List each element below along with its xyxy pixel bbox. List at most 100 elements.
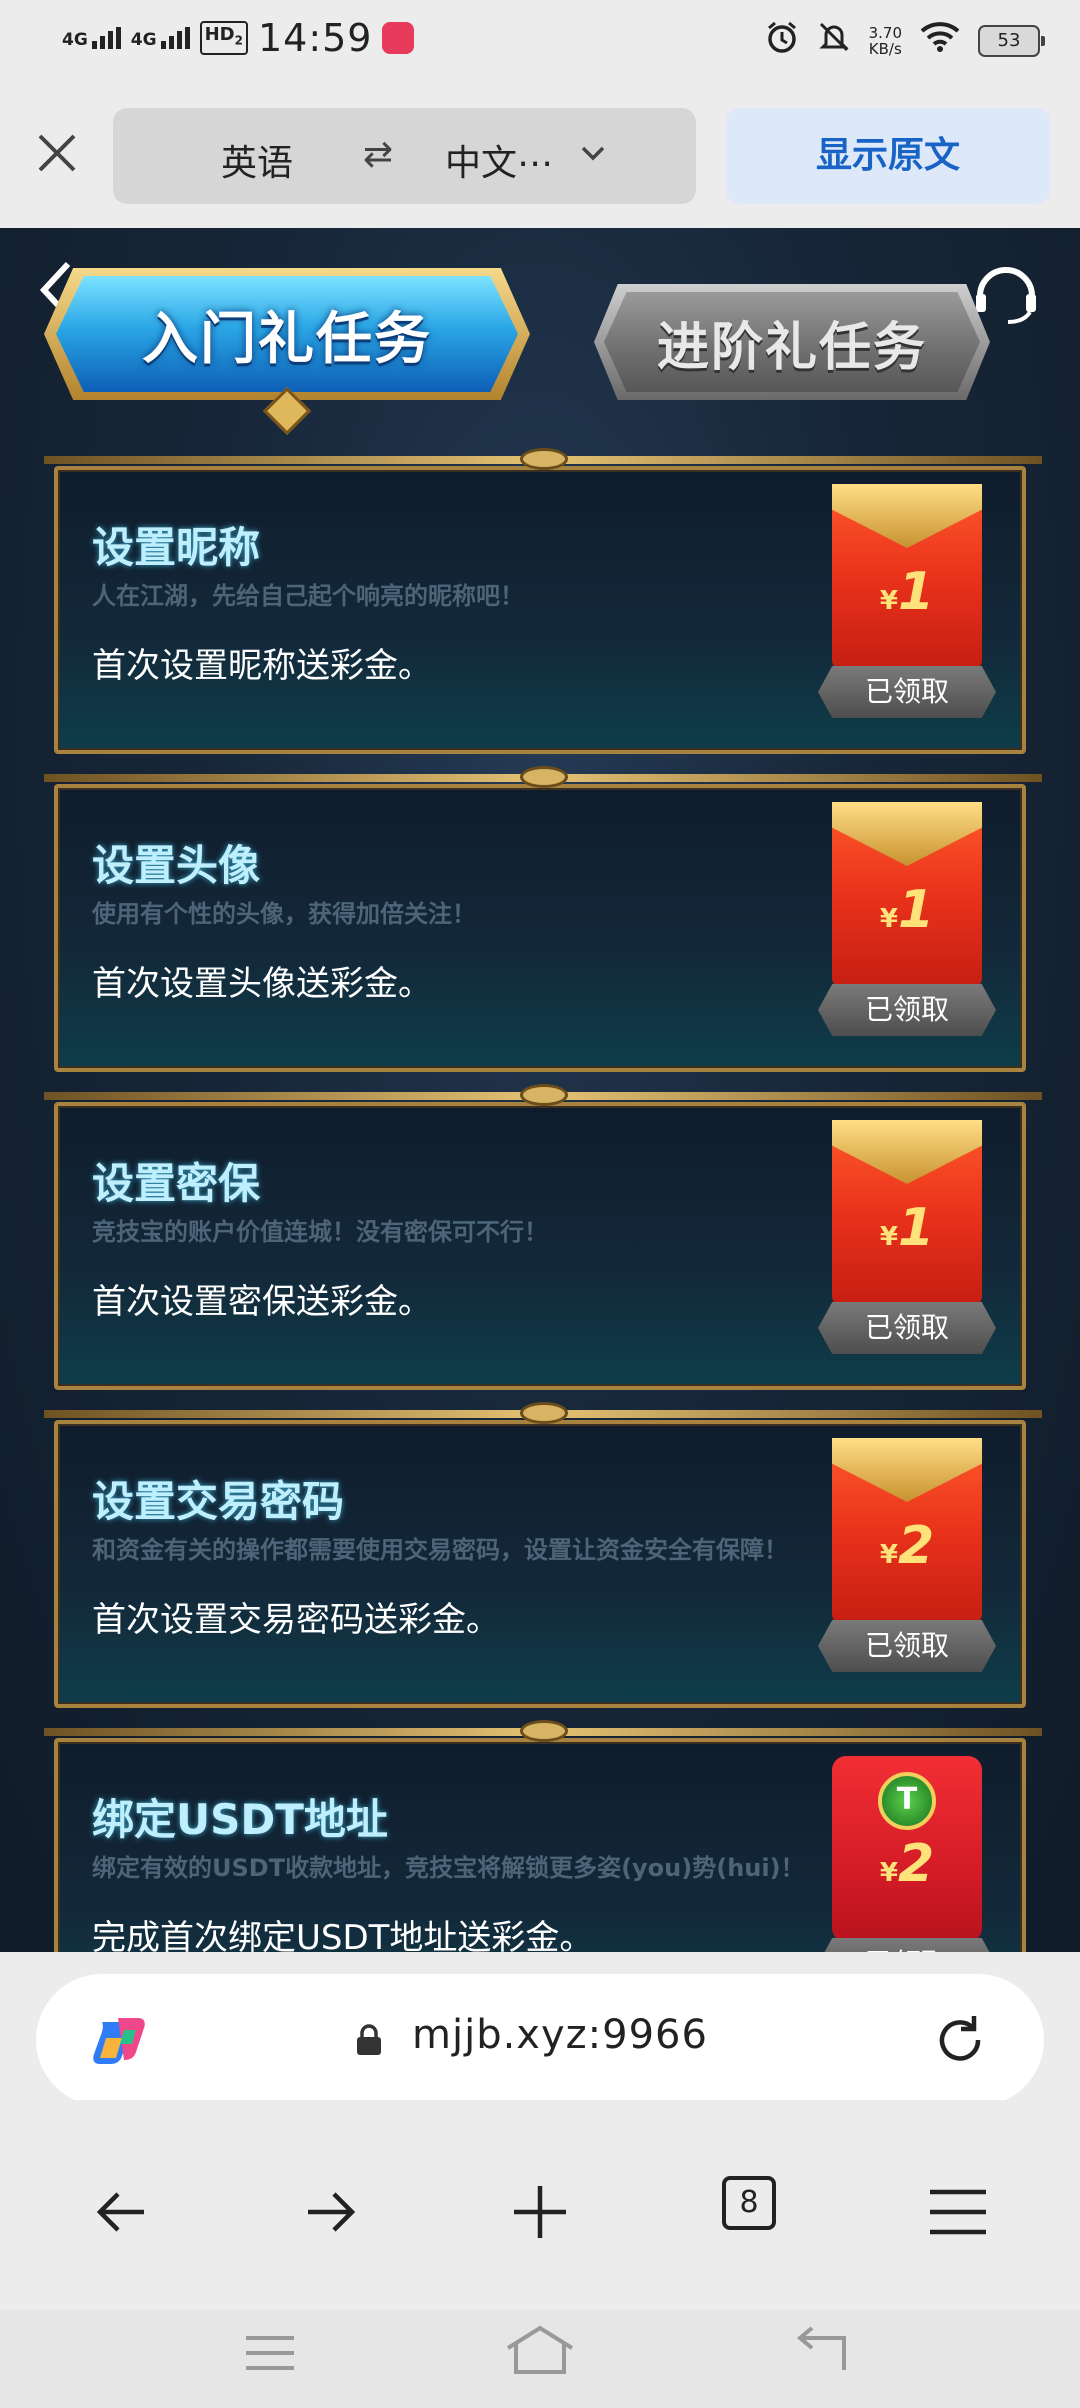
translate-bar: 英语 ⇄ 中文⋯ 显示原文 [0,86,1080,228]
envelope-flap [832,1438,982,1502]
swap-icon[interactable]: ⇄ [363,134,393,175]
red-envelope-icon: ¥1 [832,1120,982,1306]
red-envelope-icon: ¥1 [832,484,982,670]
wifi-icon [920,21,960,60]
hd-voice-icon: HD2 [199,21,248,55]
menu-icon[interactable] [922,2176,994,2248]
task-description: 首次设置交易密码送彩金。 [92,1600,500,1640]
amount-value: 1 [897,1198,935,1258]
hd-label: HD [204,24,235,46]
new-tab-icon[interactable] [504,2176,576,2248]
url-text[interactable]: mjjb.xyz:9966 [412,2012,708,2058]
currency-symbol: ¥ [879,586,898,616]
network-type-1: 4G [62,30,88,50]
currency-symbol: ¥ [879,1540,898,1570]
chevron-down-icon[interactable] [579,132,607,181]
task-subtitle: 和资金有关的操作都需要使用交易密码，设置让资金安全有保障！ [92,1536,788,1564]
app-notification-icon [382,22,415,54]
task-card: 设置交易密码 和资金有关的操作都需要使用交易密码，设置让资金安全有保障！ 首次设… [44,1402,1042,1708]
customer-service-icon[interactable] [970,256,1042,328]
forward-arrow-icon[interactable] [294,2176,366,2248]
claimed-button[interactable]: 已领取 [818,1302,996,1354]
currency-symbol: ¥ [879,1222,898,1252]
task-subtitle: 使用有个性的头像，获得加倍关注！ [92,900,476,928]
browser-toolbar: 8 [0,2100,1080,2310]
back-arrow-icon[interactable] [86,2176,158,2248]
amount-value: 1 [897,562,935,622]
envelope-flap [832,484,982,548]
task-card: 绑定USDT地址 绑定有效的USDT收款地址，竞技宝将解锁更多姿(you)势(h… [44,1720,1042,1952]
show-original-button[interactable]: 显示原文 [726,108,1050,204]
task-subtitle: 绑定有效的USDT收款地址，竞技宝将解锁更多姿(you)势(hui)！ [92,1854,805,1882]
tab-label: 入门礼任务 [142,306,432,372]
language-selector[interactable]: 英语 ⇄ 中文⋯ [113,108,696,204]
card-gem-ornament [520,1402,568,1424]
task-description: 首次设置密保送彩金。 [92,1282,432,1322]
target-language[interactable]: 中文⋯ [445,134,553,186]
red-envelope-icon: T ¥2 [832,1756,982,1942]
task-card: 设置头像 使用有个性的头像，获得加倍关注！ 首次设置头像送彩金。 ¥1 已领取 [44,766,1042,1072]
tab-label: 进阶礼任务 [656,317,927,378]
hd-sub: 2 [234,33,243,48]
copilot-icon[interactable] [88,2008,154,2074]
claimed-button[interactable]: 已领取 [818,1938,996,1952]
task-card: 设置密保 竞技宝的账户价值连城！没有密保可不行！ 首次设置密保送彩金。 ¥1 已… [44,1084,1042,1390]
claimed-button[interactable]: 已领取 [818,984,996,1036]
task-subtitle: 竞技宝的账户价值连城！没有密保可不行！ [92,1218,548,1246]
tab-beginner-tasks[interactable]: 入门礼任务 [56,276,518,392]
claimed-button[interactable]: 已领取 [818,1620,996,1672]
signal-2: 4G [131,27,190,49]
home-icon[interactable] [504,2324,576,2378]
signal-1: 4G [62,27,121,49]
task-description: 完成首次绑定USDT地址送彩金。 [92,1918,594,1952]
close-icon[interactable] [30,126,84,180]
red-envelope-icon: ¥1 [832,802,982,988]
signal-bars-icon [160,27,190,49]
screen: 4G 4G HD2 14:59 3.70 KB/s 53 英语 ⇄ 中文⋯ 显示… [0,0,1080,2408]
clock: 14:59 [257,16,373,60]
web-content: 入门礼任务 进阶礼任务 设置昵称 人在江湖，先给自己起个响亮的昵称吧！ 首次设置… [0,228,1080,1952]
task-subtitle: 人在江湖，先给自己起个响亮的昵称吧！ [92,582,524,610]
alarm-icon [765,20,799,61]
reload-icon[interactable] [930,2010,990,2070]
task-description: 首次设置头像送彩金。 [92,964,432,1004]
speed-value: 3.70 [868,23,902,42]
network-speed: 3.70 KB/s [869,25,902,57]
card-gem-ornament [520,1720,568,1742]
task-title: 绑定USDT地址 [92,1795,388,1844]
envelope-flap [832,802,982,866]
card-gem-ornament [520,766,568,788]
reward-amount: ¥2 [832,1834,982,1894]
usdt-coin-icon: T [878,1772,936,1830]
task-title: 设置密保 [92,1159,261,1208]
task-description: 首次设置昵称送彩金。 [92,646,432,686]
source-language[interactable]: 英语 [221,134,293,186]
task-title: 设置交易密码 [92,1477,345,1526]
system-back-icon[interactable] [792,2326,852,2378]
tab-advanced-tasks[interactable]: 进阶礼任务 [604,292,980,392]
reward-amount: ¥2 [832,1516,982,1576]
status-right: 3.70 KB/s 53 [765,20,1045,61]
battery-level: 53 [997,29,1021,51]
reward-amount: ¥1 [832,880,982,940]
envelope-flap [832,1120,982,1184]
status-left: 4G 4G HD2 14:59 [62,16,415,60]
mute-icon [817,20,851,61]
task-title: 设置头像 [92,841,261,890]
card-gem-ornament [520,1084,568,1106]
network-type-2: 4G [130,30,157,50]
url-field[interactable]: mjjb.xyz:9966 [36,1974,1044,2106]
task-title: 设置昵称 [92,523,261,572]
tabs-button[interactable]: 8 [722,2176,776,2230]
address-bar: mjjb.xyz:9966 [0,1952,1080,2106]
system-navigation-bar [0,2310,1080,2408]
amount-value: 2 [897,1834,935,1894]
currency-symbol: ¥ [879,1858,898,1888]
lock-icon [357,2024,381,2055]
claimed-button[interactable]: 已领取 [818,666,996,718]
recent-apps-icon[interactable] [242,2328,298,2378]
task-card: 设置昵称 人在江湖，先给自己起个响亮的昵称吧！ 首次设置昵称送彩金。 ¥1 已领… [44,448,1042,754]
reward-amount: ¥1 [832,1198,982,1258]
amount-value: 2 [897,1516,935,1576]
speed-unit: KB/s [868,39,902,58]
